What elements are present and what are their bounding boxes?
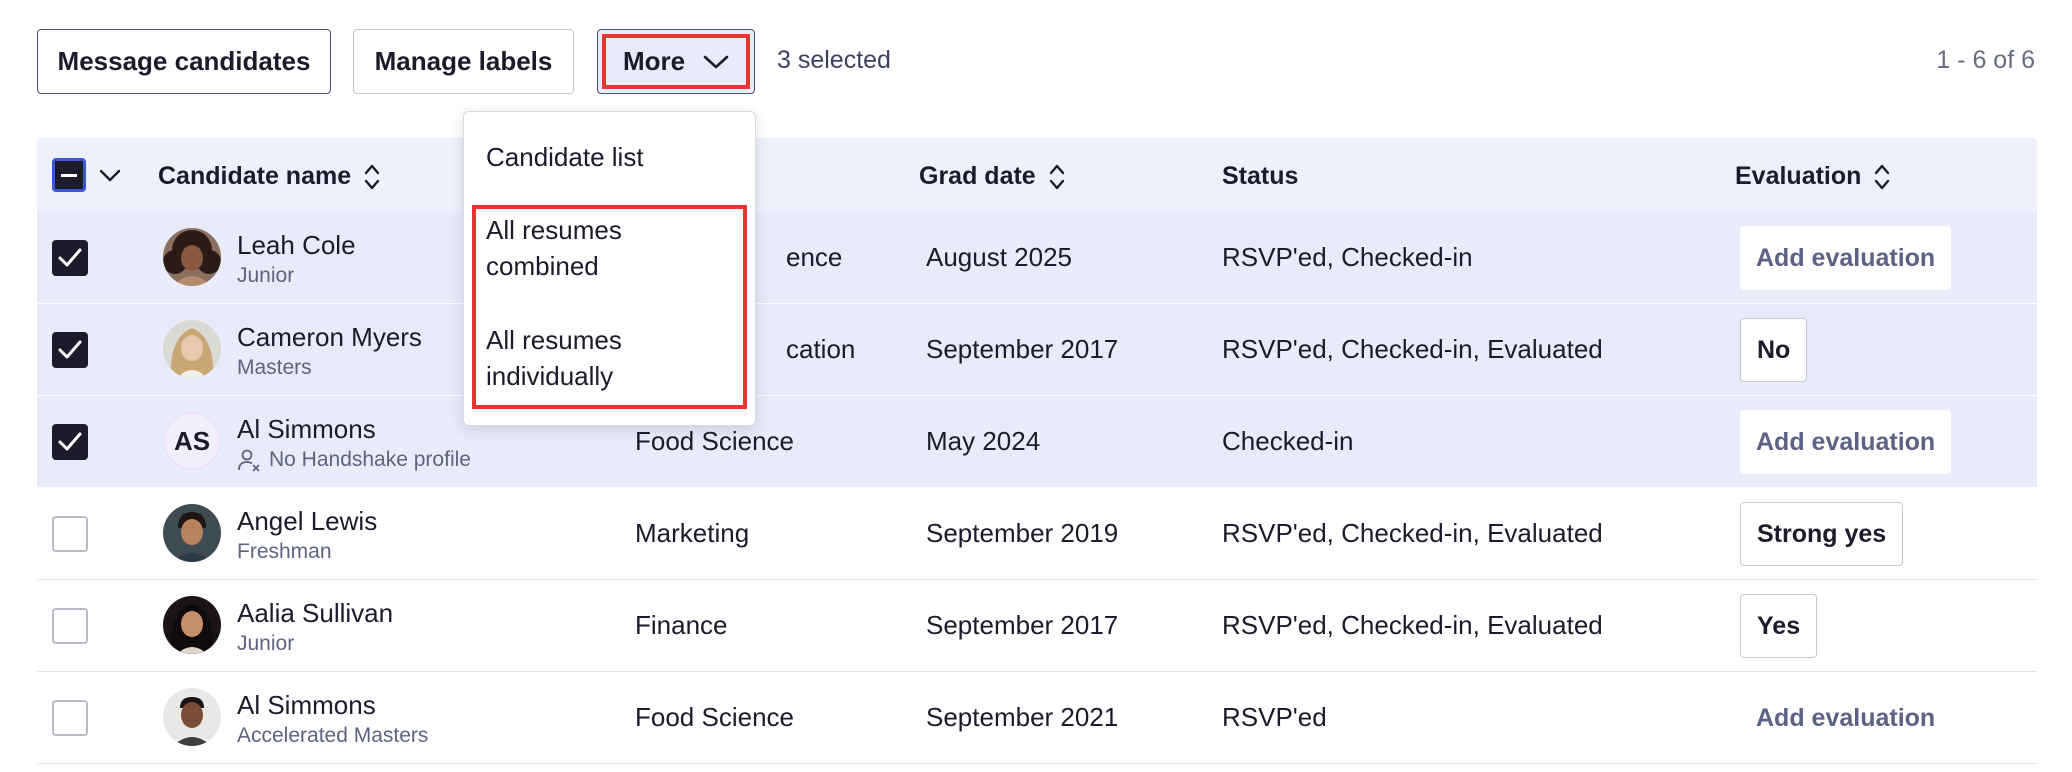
selected-count: 3 selected	[777, 46, 891, 74]
avatar-initials: AS	[163, 412, 221, 470]
avatar	[163, 504, 221, 562]
sort-icon	[1873, 163, 1891, 191]
manage-labels-button[interactable]: Manage labels	[353, 29, 574, 94]
evaluation-badge[interactable]: No	[1740, 318, 1808, 382]
major-cell: Marketing	[635, 518, 750, 548]
candidate-year: Masters	[237, 356, 312, 379]
status-cell: RSVP'ed, Checked-in	[1222, 242, 1473, 272]
row-checkbox[interactable]	[52, 424, 88, 460]
row-checkbox[interactable]	[52, 608, 88, 644]
header-status: Status	[1222, 162, 1298, 191]
evaluation-badge[interactable]: Strong yes	[1740, 502, 1904, 566]
candidate-year: Junior	[237, 632, 295, 655]
header-grad-date-label: Grad date	[919, 162, 1036, 190]
table-row[interactable]: Cameron Myers Masters cation September 2…	[37, 304, 2037, 396]
header-candidate-name-label: Candidate name	[158, 162, 352, 190]
row-checkbox[interactable]	[52, 700, 88, 736]
select-all-checkbox[interactable]	[52, 158, 86, 192]
major-cell: Food Science	[635, 426, 794, 456]
add-evaluation-button[interactable]: Add evaluation	[1740, 686, 1951, 750]
header-candidate-name[interactable]: Candidate name	[158, 162, 381, 191]
add-evaluation-button[interactable]: Add evaluation	[1740, 226, 1952, 290]
major-cell: Food Science	[635, 702, 794, 732]
table-row[interactable]: AS Al Simmons No Handshake profile Food …	[37, 396, 2037, 488]
major-cell: Finance	[635, 610, 728, 640]
menu-item-candidate-list[interactable]: Candidate list	[486, 139, 644, 175]
candidate-name[interactable]: Leah Cole	[237, 230, 356, 261]
grad-date-cell: August 2025	[926, 242, 1073, 272]
candidate-year: Accelerated Masters	[237, 724, 429, 747]
user-x-icon	[238, 449, 260, 472]
candidate-name[interactable]: Angel Lewis	[237, 506, 377, 537]
select-menu-chevron-icon[interactable]	[97, 164, 123, 188]
status-cell: RSVP'ed, Checked-in, Evaluated	[1222, 334, 1603, 364]
grad-date-cell: September 2019	[926, 518, 1119, 548]
grad-date-cell: September 2021	[926, 702, 1119, 732]
status-cell: RSVP'ed	[1222, 702, 1327, 732]
avatar	[163, 688, 221, 746]
header-grad-date[interactable]: Grad date	[919, 162, 1066, 191]
table-row[interactable]: Angel Lewis Freshman Marketing September…	[37, 488, 2037, 580]
message-candidates-button[interactable]: Message candidates	[37, 29, 331, 94]
candidate-year: Junior	[237, 264, 295, 287]
no-profile-note: No Handshake profile	[237, 448, 471, 472]
avatar	[163, 228, 221, 286]
candidate-name[interactable]: Cameron Myers	[237, 322, 422, 353]
table-row[interactable]: Al Simmons Accelerated Masters Food Scie…	[37, 672, 2037, 764]
sort-icon	[363, 163, 381, 191]
major-cell: ence	[786, 242, 843, 272]
table-header: Candidate name Grad date Status Evaluati…	[37, 138, 2037, 212]
header-status-label: Status	[1222, 162, 1299, 190]
resumes-options-highlight	[472, 205, 747, 409]
row-checkbox[interactable]	[52, 240, 88, 276]
status-cell: RSVP'ed, Checked-in, Evaluated	[1222, 610, 1603, 640]
avatar	[163, 320, 221, 378]
menu-item-candidate-list-label: Candidate list	[486, 142, 644, 172]
grad-date-cell: May 2024	[926, 426, 1041, 456]
grad-date-cell: September 2017	[926, 334, 1119, 364]
major-cell: cation	[786, 334, 856, 364]
sort-icon	[1048, 163, 1066, 191]
candidate-name[interactable]: Aalia Sullivan	[237, 598, 393, 629]
manage-labels-label: Manage labels	[374, 46, 553, 76]
avatar	[163, 596, 221, 654]
pagination-text: 1 - 6 of 6	[1936, 46, 2035, 74]
status-cell: RSVP'ed, Checked-in, Evaluated	[1222, 518, 1603, 548]
grad-date-cell: September 2017	[926, 610, 1119, 640]
evaluation-badge[interactable]: Yes	[1740, 594, 1818, 658]
no-profile-text: No Handshake profile	[269, 448, 471, 471]
row-checkbox[interactable]	[52, 516, 88, 552]
status-cell: Checked-in	[1222, 426, 1354, 456]
more-dropdown-menu: Candidate list All resumes combined All …	[463, 111, 756, 426]
add-evaluation-button[interactable]: Add evaluation	[1740, 410, 1952, 474]
candidate-name[interactable]: Al Simmons	[237, 690, 376, 721]
candidate-name[interactable]: Al Simmons	[237, 414, 376, 445]
candidate-year: Freshman	[237, 540, 332, 563]
table-row[interactable]: Aalia Sullivan Junior Finance September …	[37, 580, 2037, 672]
message-candidates-label: Message candidates	[57, 46, 311, 76]
row-checkbox[interactable]	[52, 332, 88, 368]
more-button-highlight	[602, 34, 750, 89]
table-row[interactable]: Leah Cole Junior ence August 2025 RSVP'e…	[37, 212, 2037, 304]
header-evaluation[interactable]: Evaluation	[1735, 162, 1891, 191]
header-evaluation-label: Evaluation	[1735, 162, 1862, 190]
